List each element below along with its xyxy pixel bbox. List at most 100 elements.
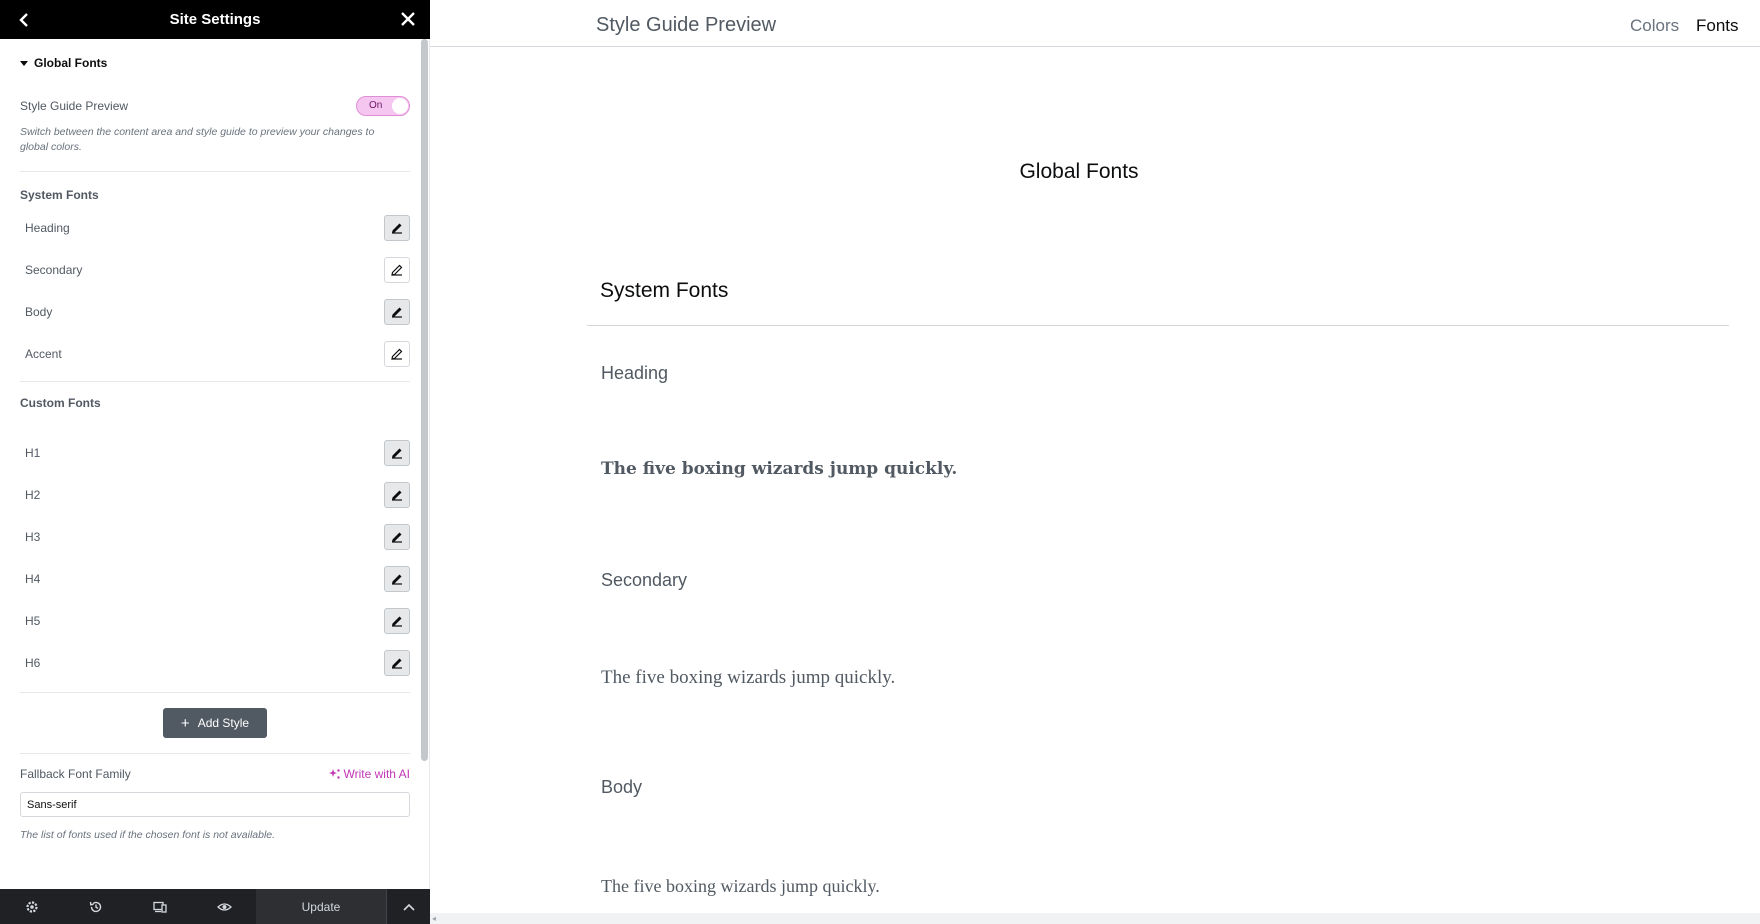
history-button[interactable] — [64, 889, 128, 924]
style-guide-preview-help: Switch between the content area and styl… — [20, 126, 375, 153]
preview-header: Style Guide Preview Colors Fonts — [430, 0, 1760, 47]
toggle-state-text: On — [369, 100, 383, 111]
font-sample-body: The five boxing wizards jump quickly. — [601, 876, 880, 896]
custom-font-row-h4: H4 — [20, 565, 410, 593]
custom-fonts-title: Custom Fonts — [20, 396, 101, 410]
pencil-icon — [392, 490, 402, 501]
font-name-secondary: Secondary — [601, 570, 688, 590]
pencil-icon — [391, 264, 403, 276]
section-title: Global Fonts — [34, 56, 108, 70]
font-row-label: H1 — [25, 446, 41, 460]
site-settings-panel: Site Settings Global Fonts Style Guide P… — [0, 0, 430, 924]
pencil-icon — [392, 532, 402, 543]
edit-h5-button[interactable] — [384, 608, 410, 634]
system-fonts-heading: System Fonts — [600, 279, 729, 302]
system-fonts-divider — [587, 325, 1729, 326]
font-row-label: H6 — [25, 656, 41, 670]
save-options-button[interactable] — [386, 889, 430, 924]
style-guide-preview-label: Style Guide Preview — [20, 99, 129, 113]
divider — [20, 171, 410, 172]
panel-scrollbar[interactable] — [421, 39, 428, 761]
custom-font-row-h6: H6 — [20, 649, 410, 677]
divider — [20, 753, 410, 754]
fallback-font-family-input[interactable] — [20, 792, 410, 817]
edit-secondary-button[interactable] — [384, 257, 410, 283]
custom-font-row-h5: H5 — [20, 607, 410, 635]
pencil-icon — [391, 348, 403, 360]
custom-font-row-h2: H2 — [20, 481, 410, 509]
toggle-knob — [392, 98, 408, 114]
font-row-label: Body — [25, 305, 53, 319]
edit-accent-button[interactable] — [384, 341, 410, 367]
global-fonts-heading: Global Fonts — [1019, 160, 1139, 183]
divider — [20, 381, 410, 382]
divider — [20, 692, 410, 693]
edit-h6-button[interactable] — [384, 650, 410, 676]
global-fonts-section-toggle[interactable]: Global Fonts — [20, 56, 107, 70]
plus-icon: + — [180, 714, 190, 732]
font-name-heading: Heading — [601, 363, 669, 383]
panel-body: Global Fonts Style Guide Preview On Swit… — [0, 39, 422, 889]
font-row-label: Heading — [25, 221, 70, 235]
preview-button[interactable] — [192, 889, 256, 924]
pencil-icon — [392, 307, 402, 318]
update-button[interactable]: Update — [256, 889, 386, 924]
edit-heading-button[interactable] — [384, 215, 410, 241]
system-font-row-heading: Heading — [20, 214, 410, 242]
panel-footer: Update — [0, 889, 430, 924]
edit-h4-button[interactable] — [384, 566, 410, 592]
add-style-button[interactable]: + Add Style — [163, 708, 267, 738]
tab-fonts[interactable]: Fonts — [1696, 16, 1739, 36]
responsive-mode-button[interactable] — [128, 889, 192, 924]
system-fonts-title: System Fonts — [20, 188, 99, 202]
eye-icon — [216, 902, 232, 911]
pencil-icon — [392, 223, 402, 234]
edit-body-button[interactable] — [384, 299, 410, 325]
scroll-left-arrow-icon[interactable]: ◂ — [432, 914, 436, 923]
update-label: Update — [301, 899, 341, 914]
custom-font-row-h3: H3 — [20, 523, 410, 551]
font-row-label: Secondary — [25, 263, 83, 277]
pencil-icon — [392, 574, 402, 585]
panel-title: Site Settings — [169, 11, 261, 28]
caret-down-icon — [20, 60, 28, 66]
edit-h2-button[interactable] — [384, 482, 410, 508]
fallback-help: The list of fonts used if the chosen fon… — [20, 829, 276, 841]
ai-sparkle-icon — [328, 769, 340, 779]
font-name-body: Body — [601, 777, 643, 797]
tab-colors[interactable]: Colors — [1630, 16, 1679, 36]
settings-button[interactable] — [0, 889, 64, 924]
gear-icon — [26, 900, 38, 913]
font-row-label: Accent — [25, 347, 62, 361]
font-sample-secondary: The five boxing wizards jump quickly. — [601, 667, 896, 688]
chevron-left-icon — [19, 13, 28, 27]
system-font-row-secondary: Secondary — [20, 256, 410, 284]
font-row-label: H5 — [25, 614, 41, 628]
pencil-icon — [392, 658, 402, 669]
system-font-row-body: Body — [20, 298, 410, 326]
write-with-ai-label: Write with AI — [343, 767, 410, 781]
fallback-font-family-label: Fallback Font Family — [20, 767, 131, 781]
custom-font-row-h1: H1 — [20, 439, 410, 467]
font-row-label: H3 — [25, 530, 41, 544]
horizontal-scrollbar[interactable]: ◂ — [430, 913, 1760, 924]
panel-header: Site Settings — [0, 0, 430, 39]
font-sample-heading: The five boxing wizards jump quickly. — [601, 459, 958, 479]
pencil-icon — [392, 448, 402, 459]
history-icon — [89, 901, 102, 912]
font-row-label: H2 — [25, 488, 41, 502]
style-guide-preview-toggle[interactable]: On — [356, 96, 410, 116]
write-with-ai-link[interactable]: Write with AI — [328, 767, 410, 781]
style-guide-preview-area: Style Guide Preview Colors Fonts Global … — [430, 0, 1760, 924]
devices-icon — [153, 901, 167, 913]
edit-h3-button[interactable] — [384, 524, 410, 550]
add-style-label: Add Style — [197, 716, 250, 730]
close-icon — [401, 12, 415, 26]
back-button[interactable] — [12, 8, 36, 32]
pencil-icon — [392, 616, 402, 627]
system-font-row-accent: Accent — [20, 340, 410, 368]
preview-title: Style Guide Preview — [596, 14, 777, 36]
edit-h1-button[interactable] — [384, 440, 410, 466]
close-button[interactable] — [396, 7, 420, 31]
chevron-up-icon — [402, 903, 415, 911]
